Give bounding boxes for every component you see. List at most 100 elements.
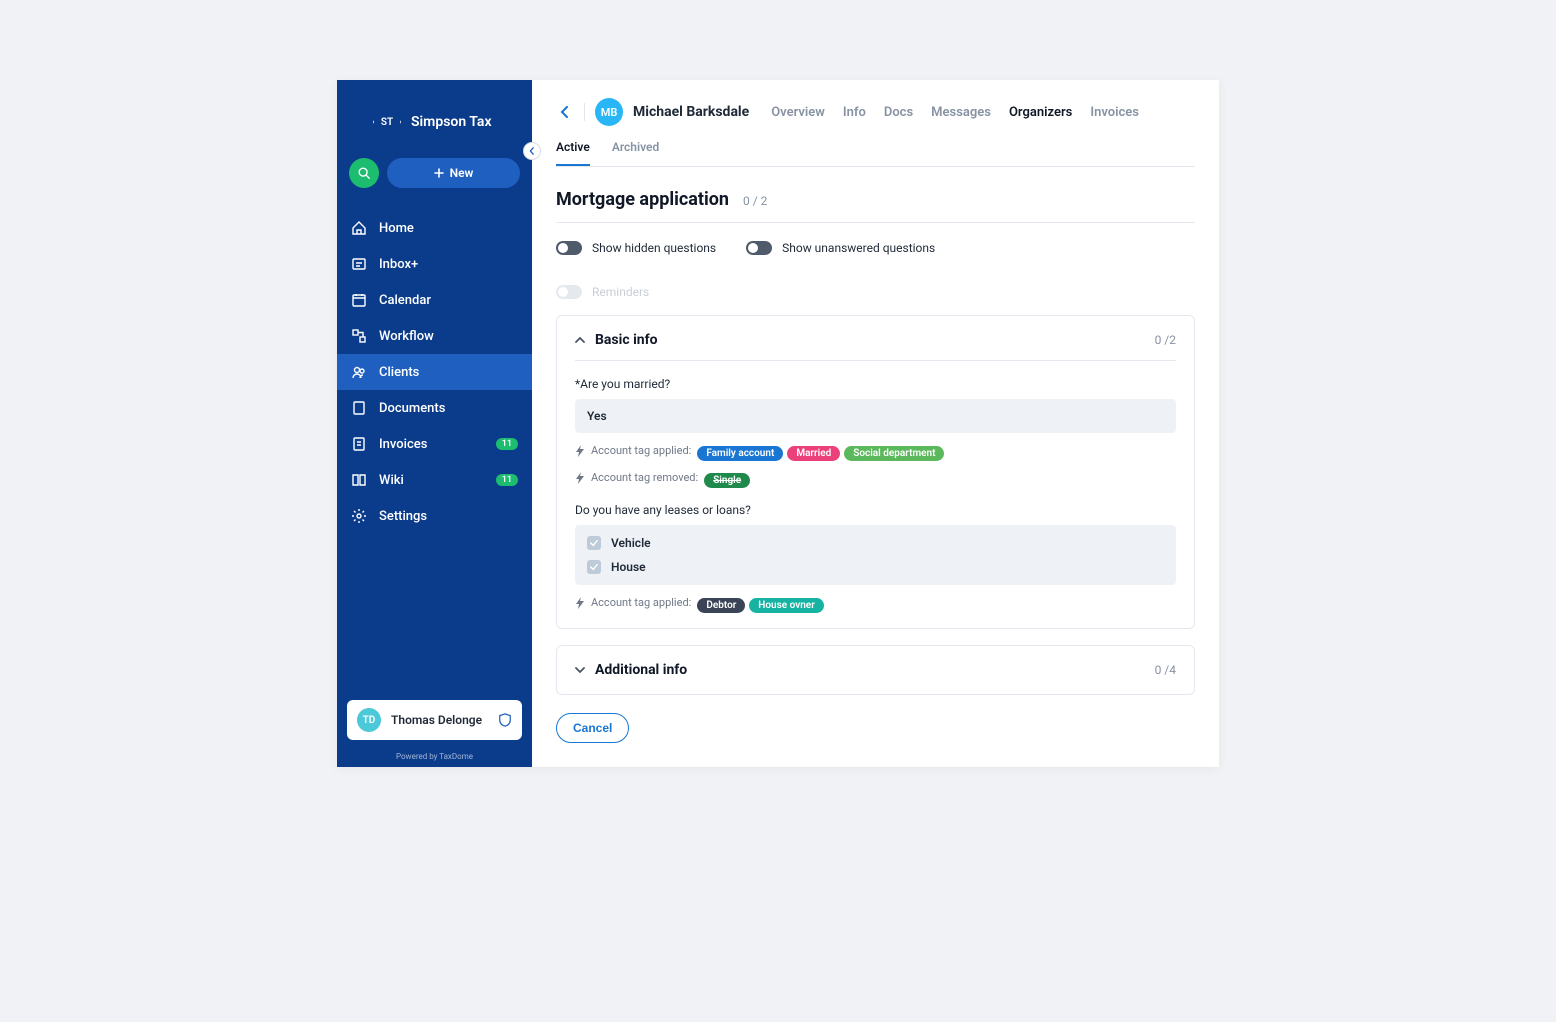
nav-badge: 11 (496, 438, 518, 450)
new-button[interactable]: New (387, 158, 520, 188)
tag-pill: Married (787, 446, 840, 461)
question-label: *Are you married? (575, 377, 1176, 391)
nav-badge: 11 (496, 474, 518, 486)
brand-logo: ST Simpson Tax (337, 80, 532, 154)
tab-organizers[interactable]: Organizers (1009, 105, 1072, 120)
question-leases: Do you have any leases or loans? Vehicle… (575, 503, 1176, 612)
bolt-icon (575, 472, 585, 484)
wiki-icon (351, 472, 367, 488)
clients-icon (351, 364, 367, 380)
tag-prefix: Account tag removed: (591, 471, 698, 484)
sidebar-item-settings[interactable]: Settings (337, 498, 532, 534)
main-content: MB Michael Barksdale Overview Info Docs Mes… (532, 80, 1219, 767)
sidebar-item-clients[interactable]: Clients (337, 354, 532, 390)
home-icon (351, 220, 367, 236)
section-header[interactable]: Additional info 0 /4 (575, 662, 1176, 678)
user-card[interactable]: TD Thomas Delonge (347, 700, 522, 740)
sidebar-item-inbox-[interactable]: Inbox+ (337, 246, 532, 282)
plus-icon (434, 168, 444, 178)
client-avatar: MB (595, 98, 623, 126)
tab-overview[interactable]: Overview (771, 105, 825, 120)
tab-invoices[interactable]: Invoices (1090, 105, 1139, 120)
tag-pill: Social department (844, 446, 944, 461)
app-frame: ST Simpson Tax New Home Inbox+ Calendar Wor… (337, 80, 1219, 767)
subtab-archived[interactable]: Archived (612, 140, 659, 166)
tags-removed-row: Account tag removed: Single (575, 468, 1176, 487)
subtab-active[interactable]: Active (556, 140, 590, 166)
tags-applied-row: Account tag applied: Debtor House ovner (575, 593, 1176, 612)
workflow-icon (351, 328, 367, 344)
tag-pill: Single (704, 473, 750, 488)
switch-icon (746, 241, 772, 255)
tab-info[interactable]: Info (843, 105, 866, 120)
chevron-up-icon (575, 336, 585, 344)
check-label: House (611, 560, 646, 574)
sidebar-item-invoices[interactable]: Invoices11 (337, 426, 532, 462)
sidebar: ST Simpson Tax New Home Inbox+ Calendar Wor… (337, 80, 532, 767)
chevron-down-icon (575, 666, 585, 674)
tab-messages[interactable]: Messages (931, 105, 991, 120)
sub-tabs: Active Archived (556, 140, 1195, 167)
client-name: Michael Barksdale (633, 104, 749, 120)
toggle-label: Reminders (592, 285, 649, 299)
nav-label: Home (379, 221, 414, 236)
toggle-hidden-questions[interactable]: Show hidden questions (556, 241, 716, 255)
detail-tabs: Overview Info Docs Messages Organizers Invoic… (771, 105, 1139, 120)
title-row: Mortgage application 0 / 2 (556, 189, 1195, 210)
brand-hex-icon: ST (373, 108, 401, 136)
switch-icon (556, 241, 582, 255)
bolt-icon (575, 597, 585, 609)
bolt-icon (575, 445, 585, 457)
tag-pill: House ovner (749, 598, 824, 613)
toggle-label: Show hidden questions (592, 241, 716, 255)
toggle-reminders: Reminders (556, 285, 1195, 299)
switch-icon (556, 285, 582, 299)
tag-prefix: Account tag applied: (591, 596, 691, 609)
section-title: Additional info (595, 662, 1145, 678)
toggle-label: Show unanswered questions (782, 241, 935, 255)
check-option: Vehicle (583, 531, 1168, 555)
sidebar-collapse-button[interactable] (523, 142, 541, 160)
nav-label: Workflow (379, 329, 434, 344)
nav-label: Clients (379, 365, 419, 380)
section-count: 0 /4 (1155, 663, 1176, 677)
invoices-icon (351, 436, 367, 452)
search-button[interactable] (349, 158, 379, 188)
nav-label: Calendar (379, 293, 431, 308)
brand-name: Simpson Tax (411, 114, 492, 130)
section-title: Basic info (595, 332, 1145, 348)
nav-label: Settings (379, 509, 427, 524)
sidebar-item-workflow[interactable]: Workflow (337, 318, 532, 354)
documents-icon (351, 400, 367, 416)
chevron-left-icon (560, 106, 570, 118)
sidebar-item-documents[interactable]: Documents (337, 390, 532, 426)
check-label: Vehicle (611, 536, 651, 550)
sidebar-top-actions: New (337, 154, 532, 206)
calendar-icon (351, 292, 367, 308)
question-married: *Are you married? Yes Account tag applie… (575, 377, 1176, 487)
chevron-left-icon (528, 147, 536, 155)
nav-label: Wiki (379, 473, 404, 488)
tag-pill: Debtor (697, 598, 745, 613)
sidebar-item-wiki[interactable]: Wiki 11 (337, 462, 532, 498)
sidebar-nav: Home Inbox+ Calendar Workflow Clients Documen… (337, 206, 532, 692)
back-button[interactable] (556, 104, 574, 120)
nav-label: Inbox+ (379, 257, 418, 272)
search-icon (357, 166, 371, 180)
check-option: House (583, 555, 1168, 579)
tag-pill: Family account (697, 446, 783, 461)
nav-label: Documents (379, 401, 445, 416)
toggles: Show hidden questions Show unanswered qu… (556, 241, 1195, 299)
powered-by: Powered by TaxDome (337, 748, 532, 767)
section-header[interactable]: Basic info 0 /2 (575, 332, 1176, 361)
answer-value: Yes (575, 399, 1176, 433)
sidebar-item-home[interactable]: Home (337, 210, 532, 246)
tab-docs[interactable]: Docs (884, 105, 913, 120)
cancel-button[interactable]: Cancel (556, 713, 629, 743)
shield-icon (498, 713, 512, 727)
settings-icon (351, 508, 367, 524)
breadcrumb: MB Michael Barksdale Overview Info Docs Mes… (556, 98, 1195, 126)
section-additional-info: Additional info 0 /4 (556, 645, 1195, 695)
toggle-unanswered-questions[interactable]: Show unanswered questions (746, 241, 935, 255)
sidebar-item-calendar[interactable]: Calendar (337, 282, 532, 318)
